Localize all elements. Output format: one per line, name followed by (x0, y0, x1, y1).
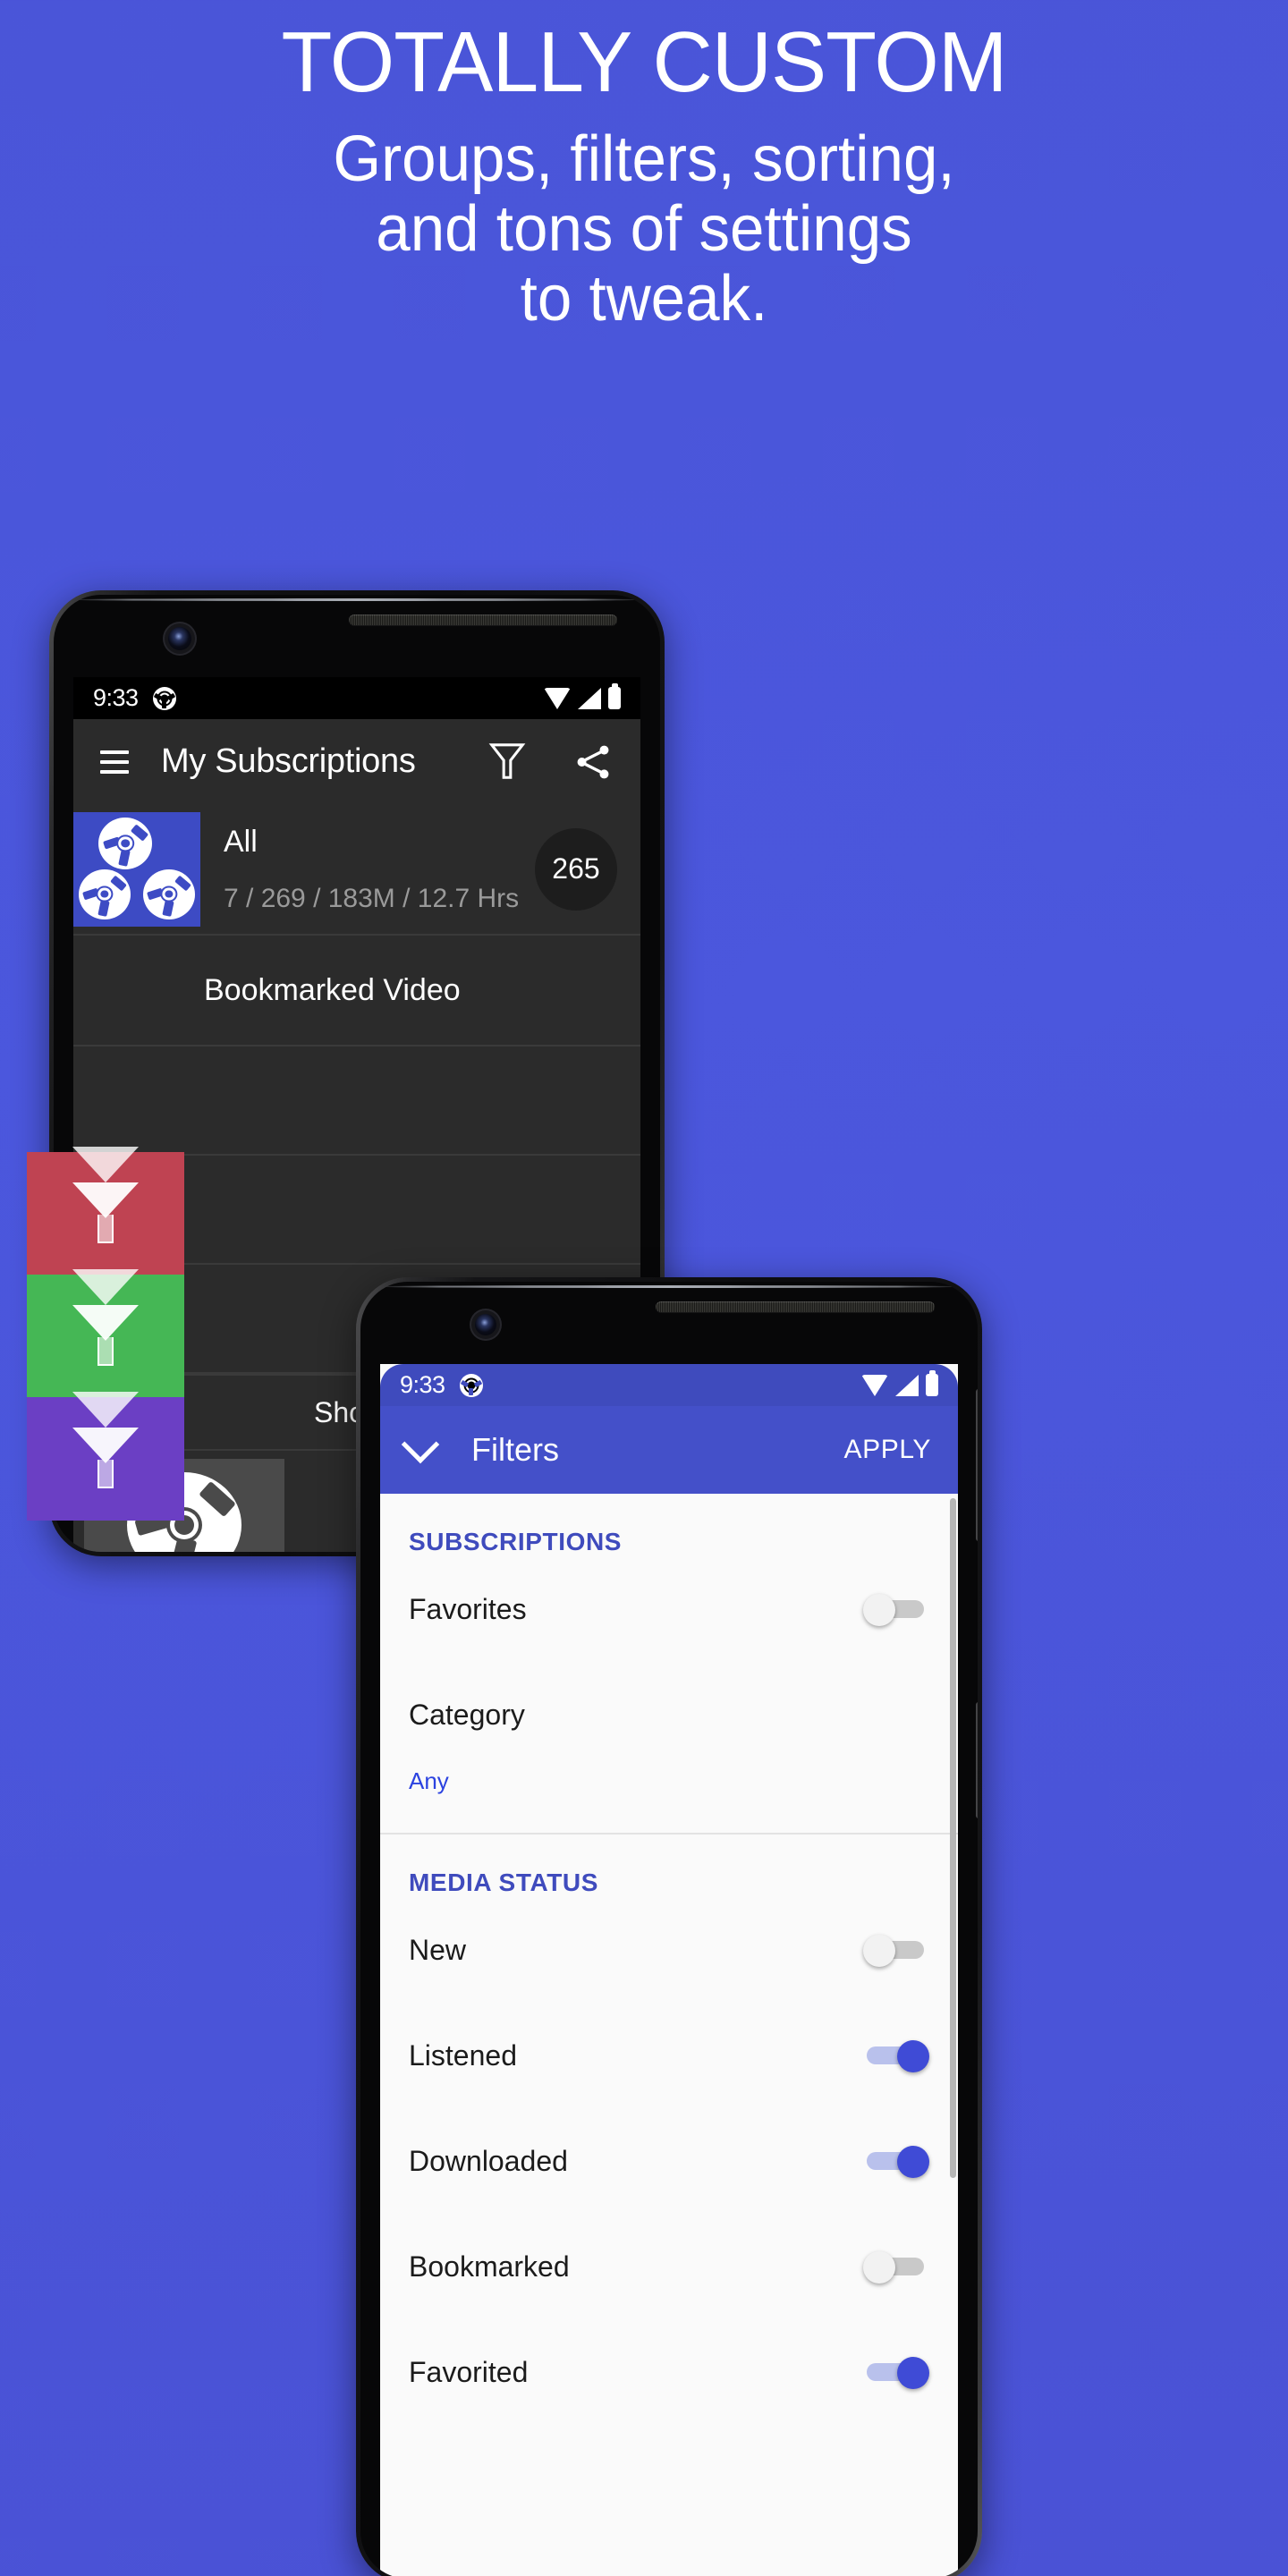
status-bar: 9:33 (73, 677, 640, 719)
battery-icon (926, 1370, 938, 1396)
toggle-new[interactable] (863, 1935, 929, 1967)
bezel-highlight (369, 1285, 969, 1288)
filter-funnel-icon[interactable] (487, 740, 528, 784)
status-icons (544, 683, 621, 709)
promo-subline-3: to tweak. (520, 262, 768, 335)
phone-mockup-filters: 9:33 Filters APPLY SUBSCRIPTIONS Favorit… (356, 1277, 982, 2576)
section-header: SUBSCRIPTIONS (409, 1528, 623, 1555)
signal-icon (578, 687, 601, 709)
wifi-icon (861, 1374, 888, 1396)
filter-funnel-icon (72, 1392, 139, 1490)
status-clock: 9:33 (400, 1371, 445, 1398)
row-label: Category (409, 1698, 525, 1731)
earpiece-speaker-icon (349, 614, 617, 625)
front-camera-icon (475, 1314, 496, 1335)
list-item-title: Bookmarked Video (204, 972, 461, 1007)
filter-swatch-purple[interactable] (27, 1392, 184, 1521)
earpiece-speaker-icon (656, 1301, 935, 1312)
filter-row-downloaded[interactable]: Downloaded (380, 2108, 958, 2214)
list-item[interactable] (73, 1046, 640, 1156)
toggle-downloaded[interactable] (863, 2146, 929, 2178)
promo-subline-2: and tons of settings (376, 192, 912, 265)
row-label: Listened (409, 2038, 517, 2072)
filter-row-favorites[interactable]: Favorites (380, 1556, 958, 1662)
list-item-title: All (224, 825, 258, 860)
section-header: MEDIA STATUS (409, 1868, 599, 1896)
app-bar: My Subscriptions (73, 719, 640, 804)
phone-screen-filters: 9:33 Filters APPLY SUBSCRIPTIONS Favorit… (380, 1364, 958, 2576)
page-title: Filters (471, 1431, 559, 1468)
filter-swatch-green[interactable] (27, 1269, 184, 1398)
toggle-favorited[interactable] (863, 2357, 929, 2389)
row-label: Downloaded (409, 2144, 568, 2177)
battery-icon (608, 683, 621, 709)
filter-row-favorited[interactable]: Favorited (380, 2319, 958, 2425)
toggle-bookmarked[interactable] (863, 2251, 929, 2284)
row-label: Favorited (409, 2355, 529, 2388)
promo-headline: TOTALLY CUSTOM (281, 14, 1008, 110)
status-clock: 9:33 (93, 684, 139, 711)
status-bar: 9:33 (380, 1364, 958, 1406)
filter-funnel-icon (72, 1269, 139, 1368)
three-reels-icon (73, 811, 200, 927)
section-subscriptions: SUBSCRIPTIONS Favorites Category Any (380, 1494, 958, 1835)
section-media-status: MEDIA STATUS New Listened Downloaded Boo… (380, 1835, 958, 2425)
promo-subline-1: Groups, filters, sorting, (333, 123, 955, 195)
wifi-icon (544, 687, 571, 709)
row-label: New (409, 1933, 467, 1966)
list-item-bookmarked-video[interactable]: Bookmarked Video (73, 936, 640, 1045)
power-button[interactable] (976, 1702, 978, 1818)
reel-icon (459, 1373, 483, 1397)
apply-button[interactable]: APPLY (844, 1435, 932, 1465)
share-icon[interactable] (572, 741, 614, 783)
page-title: My Subscriptions (161, 742, 416, 780)
filter-swatch-red[interactable] (27, 1147, 184, 1275)
signal-icon (895, 1374, 919, 1396)
list-item-stats: 7 / 269 / 183M / 12.7 Hrs (224, 883, 520, 913)
status-badge: 265 (535, 827, 617, 911)
filter-funnel-icon (72, 1147, 139, 1245)
row-label: Favorites (409, 1592, 527, 1625)
filter-row-listened[interactable]: Listened (380, 2003, 958, 2108)
filter-row-new[interactable]: New (380, 1897, 958, 2003)
scrollbar[interactable] (950, 1498, 956, 2178)
promo-copy: TOTALLY CUSTOM Groups, filters, sorting,… (0, 0, 1288, 334)
toggle-favorites[interactable] (863, 1594, 929, 1626)
row-label: Bookmarked (409, 2250, 570, 2283)
list-item-all[interactable]: All 7 / 269 / 183M / 12.7 Hrs 265 (73, 804, 640, 934)
volume-button[interactable] (976, 1389, 978, 1541)
category-value-link[interactable]: Any (380, 1767, 958, 1827)
filter-row-bookmarked[interactable]: Bookmarked (380, 2214, 958, 2319)
front-camera-icon (168, 627, 191, 650)
filter-row-category[interactable]: Category (380, 1662, 958, 1767)
status-icons (861, 1370, 938, 1396)
chevron-down-icon[interactable] (401, 1425, 440, 1464)
toggle-listened[interactable] (863, 2040, 929, 2072)
app-bar: Filters APPLY (380, 1406, 958, 1494)
reel-icon (152, 686, 176, 710)
hamburger-menu-icon[interactable] (100, 750, 129, 774)
bezel-highlight (63, 598, 651, 601)
